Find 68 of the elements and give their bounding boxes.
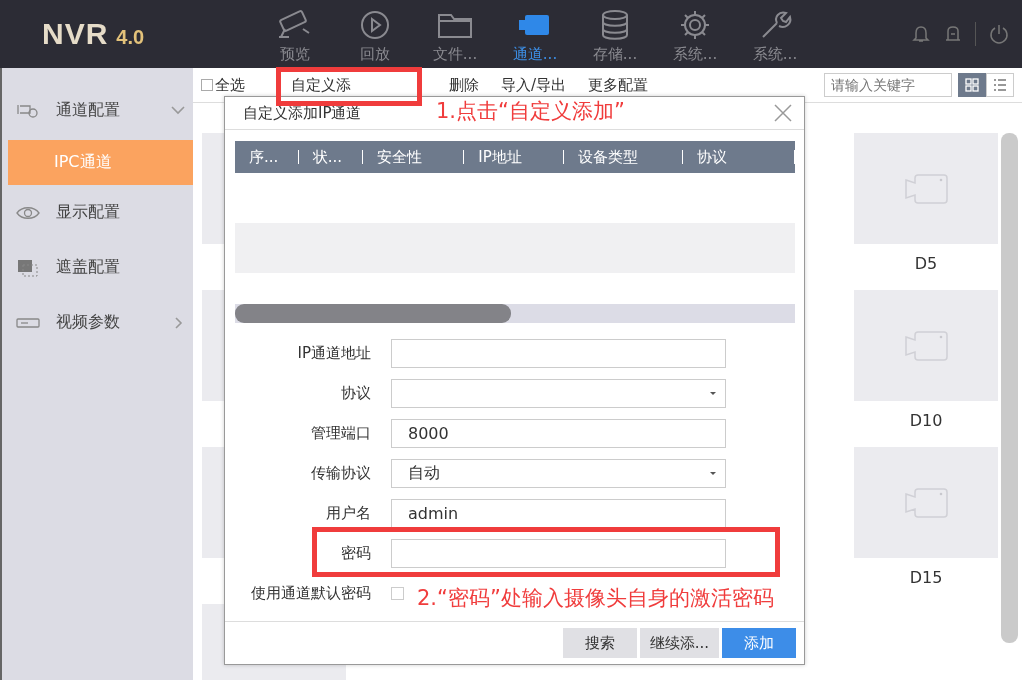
field-label: 用户名: [325, 503, 372, 523]
search-field[interactable]: 请输入关键字: [824, 73, 952, 97]
select-all-checkbox[interactable]: 全选: [201, 75, 245, 95]
field-label: IP通道地址: [296, 343, 372, 363]
column-header[interactable]: 设备类型: [563, 150, 684, 164]
column-header[interactable]: 序...: [235, 150, 299, 164]
annotation-text: 2.“密码”处输入摄像头自身的激活密码: [417, 585, 774, 612]
mask-icon: [16, 258, 40, 277]
list-icon: [992, 77, 1008, 93]
input-field[interactable]: 8000: [391, 418, 726, 448]
column-header[interactable]: 安全性: [362, 150, 465, 164]
camera-icon: [904, 173, 948, 204]
input-field[interactable]: [391, 538, 726, 568]
channel-preview[interactable]: [854, 290, 998, 401]
nav-tab[interactable]: 通道...: [495, 4, 575, 64]
field-label: 密码: [340, 543, 372, 563]
scrollbar[interactable]: [1001, 133, 1018, 643]
sidebar-item[interactable]: 显示配置: [2, 185, 193, 240]
sidebar-item[interactable]: 遮盖配置: [2, 240, 193, 295]
bell-icon[interactable]: [911, 24, 931, 44]
scrollbar[interactable]: [235, 304, 795, 323]
channel-preview[interactable]: [854, 133, 998, 244]
camera-icon: [904, 487, 948, 518]
input-field[interactable]: [391, 338, 726, 368]
column-header[interactable]: 协议: [683, 150, 795, 164]
dialog-button[interactable]: 搜索: [562, 628, 637, 658]
grid-view-button[interactable]: [958, 73, 986, 97]
dropdown[interactable]: [391, 378, 726, 408]
caret-icon: [709, 389, 717, 397]
caret-icon: [709, 469, 717, 477]
version-label: 4.0: [116, 26, 145, 49]
field-label: 协议: [340, 383, 372, 403]
channel-name: D15: [908, 568, 944, 587]
field-label: 使用通道默认密码: [250, 583, 372, 603]
nav-tab[interactable]: 文件...: [415, 4, 495, 64]
column-header[interactable]: 状...: [298, 150, 363, 164]
nav-tab[interactable]: 系统...: [735, 4, 815, 64]
power-icon[interactable]: [988, 23, 1010, 45]
logo: NVR: [42, 17, 109, 51]
input-field[interactable]: admin: [391, 498, 726, 528]
sidebar-item[interactable]: 视频参数: [2, 295, 193, 350]
nav-tab[interactable]: 回放: [335, 4, 415, 64]
nav-tab[interactable]: 系统...: [655, 4, 735, 64]
dialog-button[interactable]: 继续添...: [639, 628, 719, 658]
checkbox[interactable]: [391, 586, 404, 600]
chevron-icon: [171, 103, 185, 117]
channel-name: D5: [913, 254, 939, 273]
close-icon[interactable]: [774, 104, 792, 122]
field-label: 管理端口: [310, 423, 372, 443]
channel-name: D10: [908, 411, 944, 430]
grid-icon: [964, 77, 980, 93]
nav-tab[interactable]: 存储...: [575, 4, 655, 64]
column-header[interactable]: IP地址: [464, 150, 564, 164]
annotation-text: 1.点击“自定义添加”: [436, 98, 625, 125]
toolbar-button[interactable]: 删除: [449, 75, 479, 95]
alarm-icon[interactable]: [943, 24, 963, 44]
dropdown[interactable]: 自动: [391, 458, 726, 488]
channel-preview[interactable]: [854, 447, 998, 558]
sidebar-item[interactable]: 通道配置: [2, 90, 193, 130]
toolbar-button[interactable]: 自定义添: [267, 75, 427, 95]
toolbar-button[interactable]: 更多配置: [588, 75, 649, 95]
dialog-title: 自定义添加IP通道: [243, 103, 362, 123]
add-button[interactable]: 添加: [722, 628, 796, 658]
field-label: 传输协议: [310, 463, 372, 483]
nav-tab[interactable]: 预览: [255, 4, 335, 64]
camera-icon: [904, 330, 948, 361]
list-view-button[interactable]: [986, 73, 1014, 97]
toolbar-button[interactable]: 导入/导出: [501, 75, 567, 95]
